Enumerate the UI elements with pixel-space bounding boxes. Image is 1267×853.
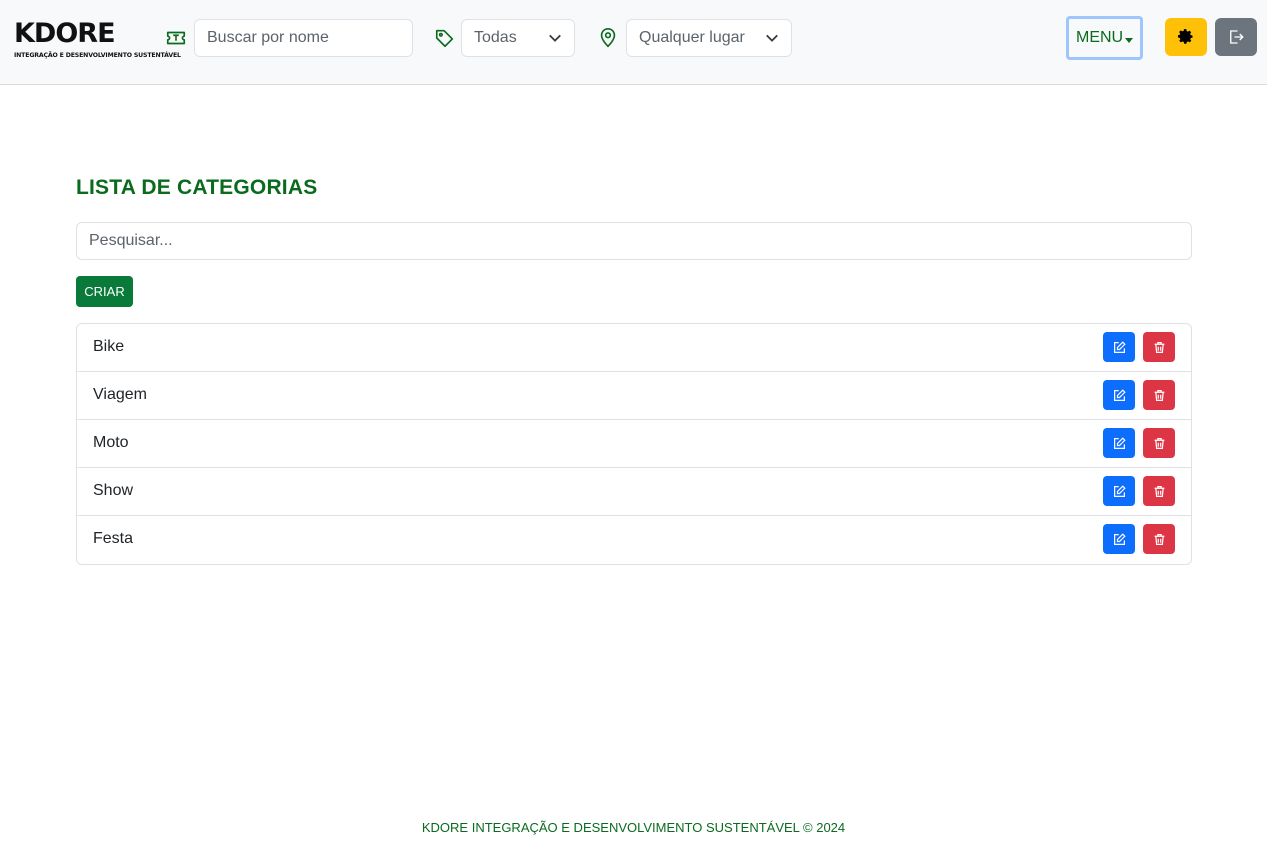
category-name: Viagem bbox=[93, 386, 147, 403]
list-item: Moto bbox=[77, 420, 1191, 468]
location-select-value: Qualquer lugar bbox=[639, 29, 745, 46]
map-pin-icon bbox=[597, 27, 619, 49]
category-name: Moto bbox=[93, 434, 129, 451]
category-select[interactable]: Todas bbox=[461, 19, 575, 57]
delete-button[interactable] bbox=[1143, 476, 1175, 506]
edit-button[interactable] bbox=[1103, 476, 1135, 506]
edit-button[interactable] bbox=[1103, 524, 1135, 554]
list-item: Show bbox=[77, 468, 1191, 516]
category-name: Festa bbox=[93, 530, 134, 547]
trash-icon bbox=[1154, 342, 1165, 353]
location-select[interactable]: Qualquer lugar bbox=[626, 19, 792, 57]
category-filter-field[interactable] bbox=[76, 222, 1192, 260]
edit-icon bbox=[1114, 341, 1126, 353]
menu-label: MENU bbox=[1076, 29, 1124, 46]
logout-icon bbox=[1230, 30, 1244, 44]
gear-icon bbox=[1177, 29, 1193, 44]
category-filter-input[interactable] bbox=[89, 223, 1179, 259]
edit-button[interactable] bbox=[1103, 380, 1135, 410]
kdore-logo[interactable]: KDORE INTEGRAÇÃO E DESENVOLVIMENTO SUSTE… bbox=[14, 18, 181, 60]
trash-icon bbox=[1154, 438, 1165, 449]
edit-button[interactable] bbox=[1103, 428, 1135, 458]
tag-icon bbox=[434, 27, 456, 49]
category-name: Show bbox=[93, 482, 134, 499]
category-name: Bike bbox=[93, 338, 125, 355]
delete-button[interactable] bbox=[1143, 332, 1175, 362]
delete-button[interactable] bbox=[1143, 380, 1175, 410]
edit-icon bbox=[1114, 389, 1126, 401]
chevron-down-icon bbox=[549, 34, 561, 42]
search-name-field[interactable] bbox=[194, 19, 413, 57]
create-category-button[interactable]: CRIAR bbox=[76, 276, 133, 307]
category-select-value: Todas bbox=[474, 29, 517, 46]
list-item: Viagem bbox=[77, 372, 1191, 420]
logo-brand: KDORE bbox=[14, 18, 116, 49]
caret-down-icon bbox=[1125, 38, 1133, 43]
page-title: LISTA DE CATEGORIAS bbox=[76, 176, 318, 199]
footer-copyright: KDORE INTEGRAÇÃO E DESENVOLVIMENTO SUSTE… bbox=[421, 820, 846, 835]
edit-button[interactable] bbox=[1103, 332, 1135, 362]
trash-icon bbox=[1154, 486, 1165, 497]
edit-icon bbox=[1114, 485, 1126, 497]
list-item: Bike bbox=[77, 324, 1191, 372]
edit-icon bbox=[1114, 533, 1126, 545]
search-name-input[interactable] bbox=[207, 20, 400, 56]
delete-button[interactable] bbox=[1143, 428, 1175, 458]
delete-button[interactable] bbox=[1143, 524, 1175, 554]
trash-icon bbox=[1154, 390, 1165, 401]
category-list: Bike Viagem Moto Show Festa bbox=[76, 323, 1192, 565]
settings-button[interactable] bbox=[1165, 18, 1207, 56]
ticket-icon bbox=[165, 27, 187, 49]
chevron-down-icon bbox=[766, 34, 778, 42]
menu-dropdown-button[interactable]: MENU bbox=[1066, 16, 1143, 60]
list-item: Festa bbox=[77, 516, 1191, 564]
top-navbar: KDORE INTEGRAÇÃO E DESENVOLVIMENTO SUSTE… bbox=[0, 0, 1267, 85]
logout-button[interactable] bbox=[1215, 18, 1257, 56]
trash-icon bbox=[1154, 534, 1165, 545]
logo-tagline: INTEGRAÇÃO E DESENVOLVIMENTO SUSTENTÁVEL bbox=[14, 52, 181, 59]
edit-icon bbox=[1114, 437, 1126, 449]
